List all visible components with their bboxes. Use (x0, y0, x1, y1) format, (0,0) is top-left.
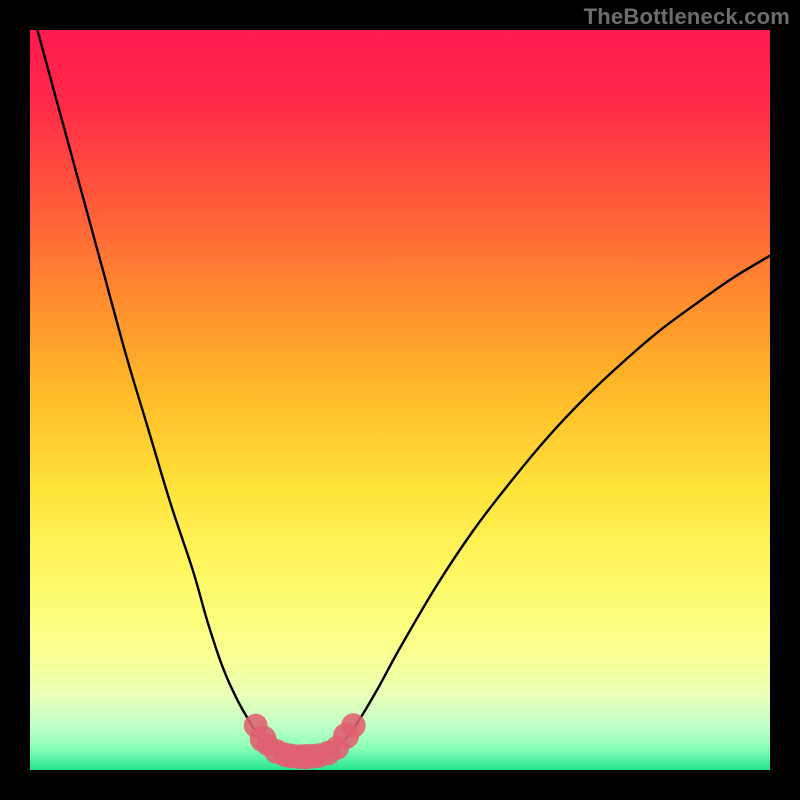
highlight-markers (244, 713, 366, 769)
bottleneck-curve (37, 30, 770, 757)
chart-frame: TheBottleneck.com (0, 0, 800, 800)
watermark-text: TheBottleneck.com (584, 4, 790, 30)
plot-area (30, 30, 770, 770)
marker-dot (341, 713, 366, 738)
curve-overlay (30, 30, 770, 770)
